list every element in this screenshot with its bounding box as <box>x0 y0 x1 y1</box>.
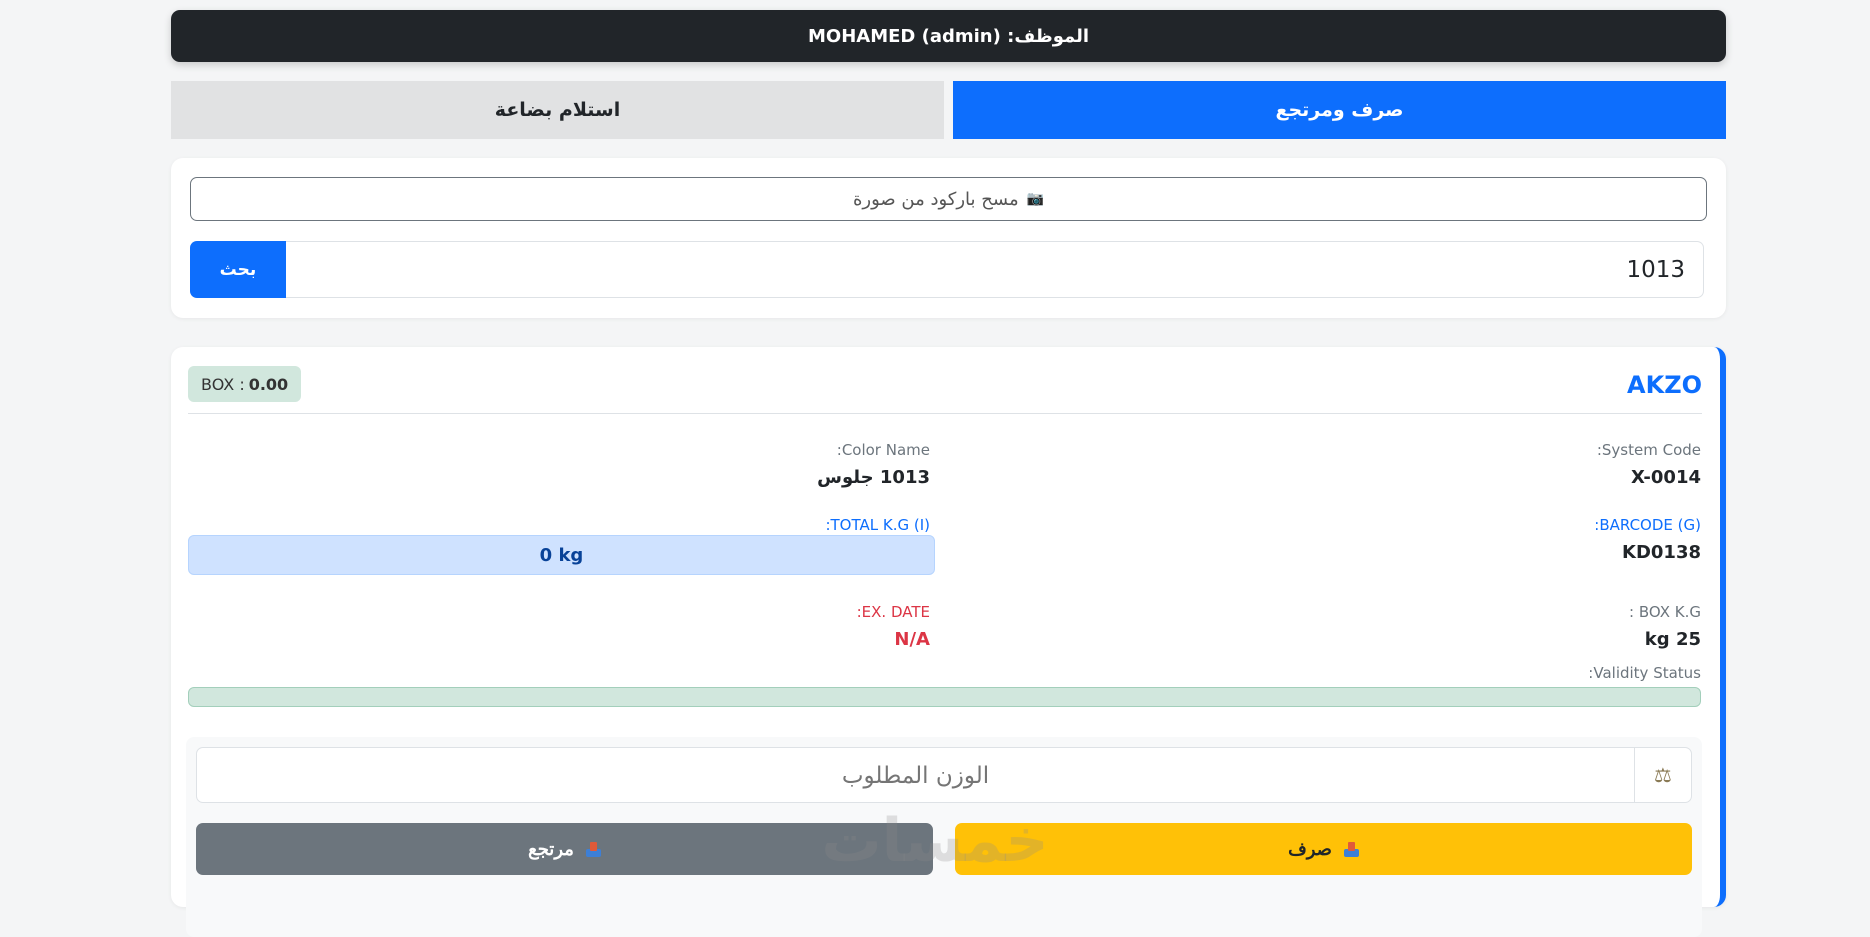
return-label: مرتجع <box>528 838 574 859</box>
ex-date-field: EX. DATE: N/A <box>857 603 930 650</box>
color-name-field: Color Name: 1013 جلوس <box>817 441 930 488</box>
outbox-icon <box>1343 841 1359 857</box>
tab-receive-goods[interactable]: استلام بضاعة <box>171 81 944 139</box>
validity-status-bar <box>188 687 1701 707</box>
box-badge-value: 0.00 <box>248 374 289 394</box>
scan-barcode-button[interactable]: 📷 مسح باركود من صورة <box>190 177 1707 221</box>
camera-icon: 📷 <box>1026 191 1045 207</box>
total-kg-field: TOTAL K.G (I): <box>825 516 930 534</box>
tab-issue-return[interactable]: صرف ومرتجع <box>953 81 1726 139</box>
search-card: 📷 مسح باركود من صورة بحث <box>171 158 1726 318</box>
ex-date-value: N/A <box>894 629 930 650</box>
total-kg-label: TOTAL K.G (I): <box>825 516 930 534</box>
system-code-value: X-0014 <box>1631 467 1701 488</box>
issue-label: صرف <box>1288 838 1332 859</box>
product-card: AKZO BOX : 0.00 System Code: X-0014 Colo… <box>171 347 1726 937</box>
scan-barcode-label: مسح باركود من صورة <box>852 188 1019 210</box>
system-code-field: System Code: X-0014 <box>1597 441 1701 488</box>
scale-icon: ⚖ <box>1634 748 1691 802</box>
weight-input[interactable] <box>197 748 1634 804</box>
box-kg-label: BOX K.G : <box>1629 603 1701 621</box>
validity-label: Validity Status: <box>1588 664 1701 682</box>
system-code-label: System Code: <box>1596 441 1701 459</box>
search-input[interactable] <box>286 241 1704 298</box>
employee-header: الموظف: MOHAMED (admin) <box>171 10 1726 62</box>
search-button[interactable]: بحث <box>190 241 286 298</box>
box-badge-prefix: BOX : <box>201 374 245 394</box>
barcode-value: KD0138 <box>1622 542 1701 563</box>
card-divider <box>188 413 1702 414</box>
employee-title: الموظف: MOHAMED (admin) <box>808 25 1089 47</box>
barcode-field: BARCODE (G): KD0138 <box>1594 516 1701 563</box>
inbox-icon <box>585 841 601 857</box>
product-brand: AKZO <box>1627 371 1702 399</box>
box-badge: BOX : 0.00 <box>188 366 302 402</box>
validity-field: Validity Status: <box>1588 664 1701 682</box>
ex-date-label: EX. DATE: <box>856 603 930 621</box>
tabs-bar: صرف ومرتجع استلام بضاعة <box>171 81 1726 139</box>
box-kg-field: BOX K.G : 25 kg <box>1629 603 1701 650</box>
box-kg-value: 25 kg <box>1644 629 1701 650</box>
action-panel: ⚖ صرف مرتجع <box>186 737 1702 937</box>
weight-input-group: ⚖ <box>196 747 1692 804</box>
barcode-label: BARCODE (G): <box>1594 516 1701 534</box>
return-button[interactable]: مرتجع <box>196 823 933 875</box>
issue-button[interactable]: صرف <box>955 823 1692 875</box>
color-name-label: Color Name: <box>836 441 930 459</box>
color-name-value: 1013 جلوس <box>817 467 930 488</box>
total-kg-value: 0 kg <box>188 535 935 575</box>
